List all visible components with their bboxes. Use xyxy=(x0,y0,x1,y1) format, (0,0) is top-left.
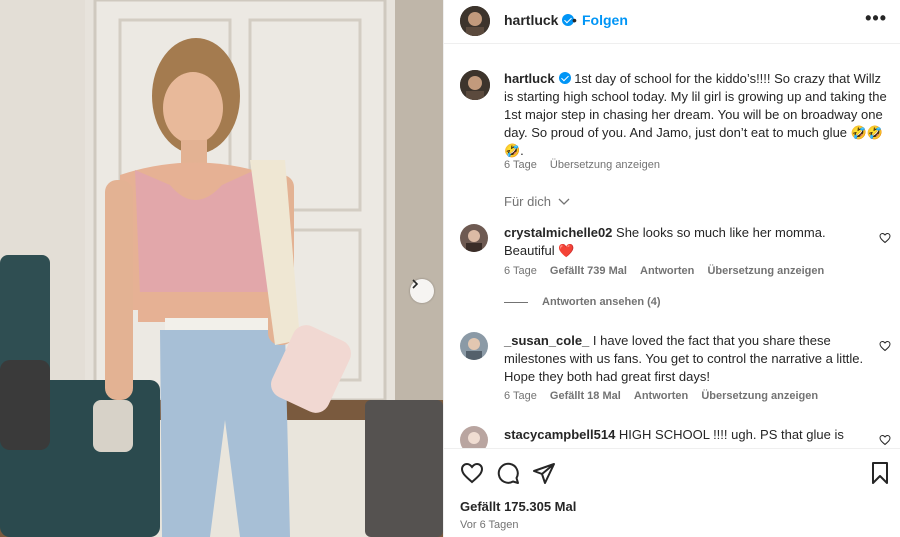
commenter-avatar[interactable] xyxy=(460,332,488,360)
comment-username[interactable]: _susan_cole_ xyxy=(504,333,589,348)
commenter-avatar[interactable] xyxy=(460,426,488,448)
author-username-text: hartluck xyxy=(504,12,559,28)
post-likes-count[interactable]: Gefällt 175.305 Mal xyxy=(460,499,576,514)
like-heart-icon[interactable] xyxy=(460,461,484,485)
author-avatar[interactable] xyxy=(460,6,490,36)
bookmark-icon[interactable] xyxy=(868,461,892,485)
post-timestamp[interactable]: Vor 6 Tagen xyxy=(460,519,519,531)
avatar-image xyxy=(460,332,488,360)
post-caption: hartluck 1st day of school for the kiddo… xyxy=(504,70,889,160)
post-photo[interactable] xyxy=(0,0,443,537)
post-side-panel: hartluck • Folgen ••• hartluck 1st day o… xyxy=(443,0,900,537)
comment-likes[interactable]: Gefällt 739 Mal xyxy=(550,265,627,277)
photo-illustration xyxy=(0,0,443,537)
caption-username[interactable]: hartluck xyxy=(504,71,555,86)
caption-text: 1st day of school for the kiddo’s!!!! So… xyxy=(504,71,887,158)
replies-divider xyxy=(504,301,528,303)
comment-meta: 6 Tage Gefällt 18 Mal Antworten Übersetz… xyxy=(504,390,828,402)
avatar-image xyxy=(460,70,490,100)
avatar-image xyxy=(460,6,490,36)
for-you-label: Für dich xyxy=(504,194,551,209)
comment-text: HIGH SCHOOL !!!! ugh. PS that glue is xyxy=(618,427,844,442)
avatar-image xyxy=(460,426,488,448)
comment-likes[interactable]: Gefällt 18 Mal xyxy=(550,390,621,402)
view-replies-button[interactable]: Antworten ansehen (4) xyxy=(504,296,661,308)
like-comment-heart-icon[interactable] xyxy=(879,340,891,352)
comment-translate-link[interactable]: Übersetzung anzeigen xyxy=(701,390,818,402)
caption-time[interactable]: 6 Tage xyxy=(504,159,537,171)
comment-username[interactable]: stacycampbell514 xyxy=(504,427,615,442)
avatar-image xyxy=(460,224,488,252)
chevron-right-icon xyxy=(412,279,419,289)
caption-author-avatar[interactable] xyxy=(460,70,490,100)
comment-body: crystalmichelle02 She looks so much like… xyxy=(504,224,874,260)
verified-badge-icon xyxy=(558,72,571,84)
like-comment-heart-icon[interactable] xyxy=(879,232,891,244)
caption-translate-link[interactable]: Übersetzung anzeigen xyxy=(550,159,660,171)
carousel-next-button[interactable] xyxy=(410,279,434,303)
commenter-avatar[interactable] xyxy=(460,224,488,252)
comment-reply-button[interactable]: Antworten xyxy=(640,265,694,277)
for-you-dropdown[interactable]: Für dich xyxy=(504,194,570,209)
like-comment-heart-icon[interactable] xyxy=(879,434,891,446)
comment-body: stacycampbell514 HIGH SCHOOL !!!! ugh. P… xyxy=(504,426,874,444)
comment-username[interactable]: crystalmichelle02 xyxy=(504,225,612,240)
comment-time[interactable]: 6 Tage xyxy=(504,390,537,402)
comment-translate-link[interactable]: Übersetzung anzeigen xyxy=(707,265,824,277)
post-actions: Gefällt 175.305 Mal Vor 6 Tagen xyxy=(444,448,900,537)
post-header: hartluck • Folgen ••• xyxy=(444,0,900,44)
comment-body: _susan_cole_ I have loved the fact that … xyxy=(504,332,874,386)
comment-bubble-icon[interactable] xyxy=(496,461,520,485)
chevron-down-icon xyxy=(558,198,570,205)
share-send-icon[interactable] xyxy=(532,461,556,485)
comments-list[interactable]: hartluck 1st day of school for the kiddo… xyxy=(444,44,900,448)
comment-time[interactable]: 6 Tage xyxy=(504,265,537,277)
header-separator: • xyxy=(572,12,577,28)
comment-meta: 6 Tage Gefällt 739 Mal Antworten Überset… xyxy=(504,265,834,277)
caption-meta: 6 Tage Übersetzung anzeigen xyxy=(504,159,670,171)
more-options-icon[interactable]: ••• xyxy=(865,8,887,29)
author-username[interactable]: hartluck xyxy=(504,12,575,28)
comment-reply-button[interactable]: Antworten xyxy=(634,390,688,402)
view-replies-label: Antworten ansehen (4) xyxy=(542,296,661,308)
follow-button[interactable]: Folgen xyxy=(582,12,628,28)
